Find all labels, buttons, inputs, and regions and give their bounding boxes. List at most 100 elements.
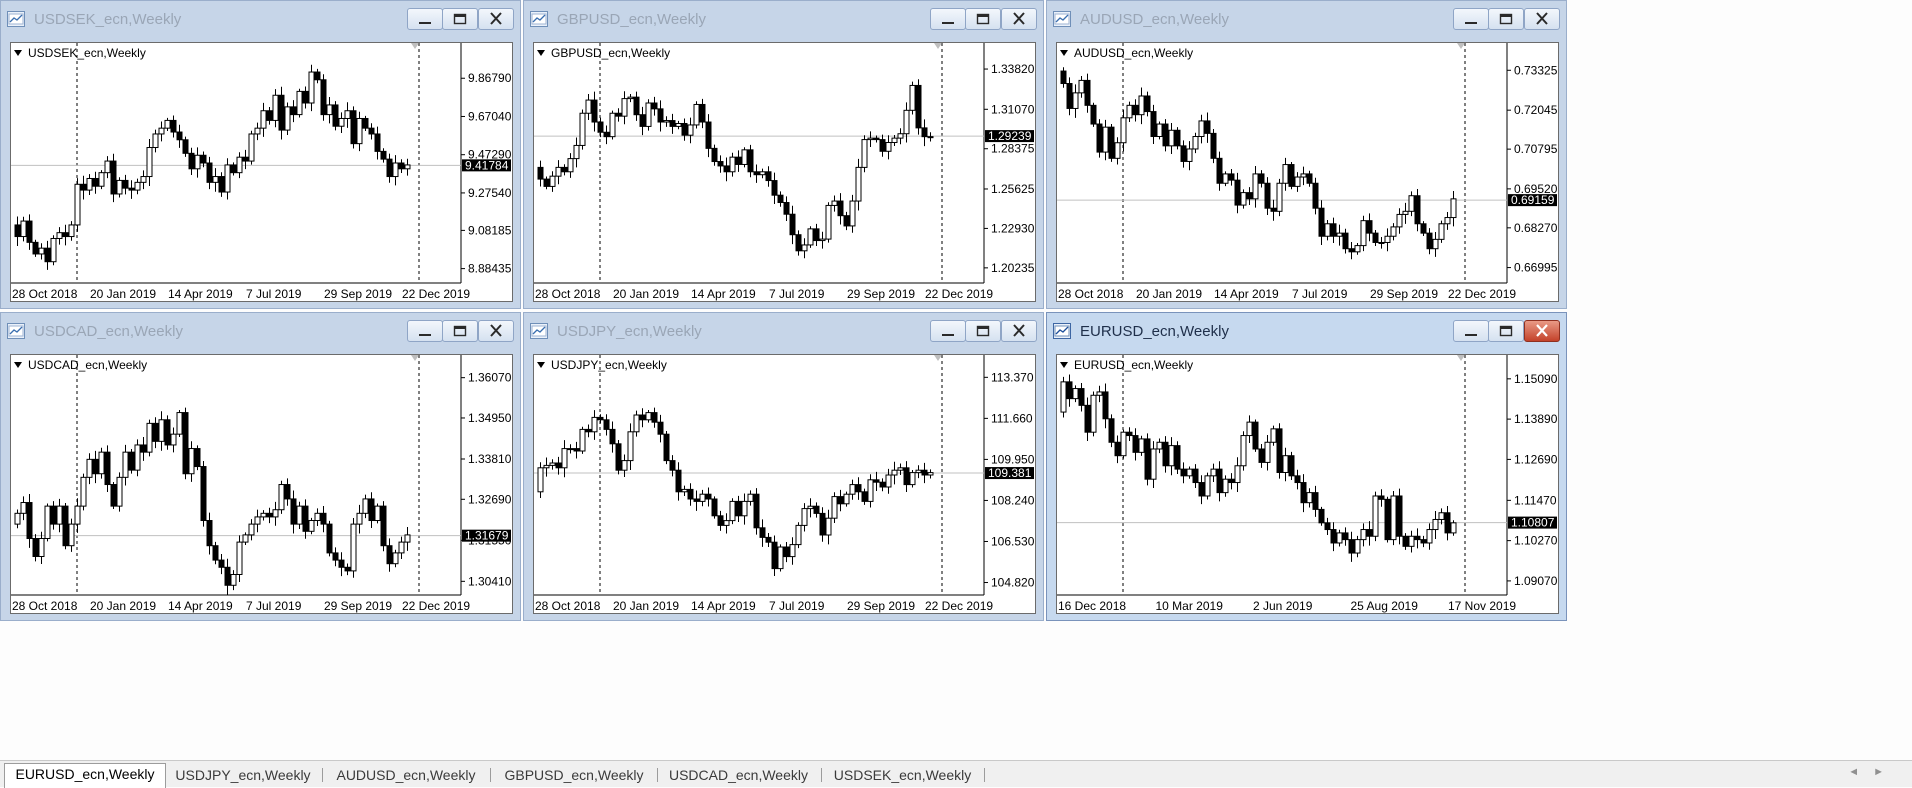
- close-button[interactable]: [478, 8, 514, 30]
- candle: [1372, 491, 1379, 542]
- window-titlebar[interactable]: USDJPY_ecn,Weekly: [524, 313, 1043, 351]
- price-axis-label: 1.10270: [1514, 534, 1558, 548]
- close-button[interactable]: [478, 320, 514, 342]
- chart-window-gbpusd[interactable]: GBPUSD_ecn,Weekly 1.33820 1.31070 1.28375 1…: [523, 0, 1044, 309]
- chart-shift-marker: [934, 43, 942, 49]
- close-button[interactable]: [1001, 320, 1037, 342]
- candle-body: [1204, 120, 1211, 134]
- scroll-right-icon[interactable]: ►: [1873, 766, 1898, 778]
- tab-usdcad[interactable]: USDCAD_ecn,Weekly: [661, 765, 816, 787]
- chart-area[interactable]: 1.33820 1.31070 1.28375 1.25625 1.22930 1.202…: [533, 42, 1036, 302]
- chart-area[interactable]: 113.370 111.660 109.950 108.240 106.530 104.8…: [533, 354, 1036, 614]
- tab-gbpusd[interactable]: GBPUSD_ecn,Weekly: [494, 765, 654, 787]
- minimize-button[interactable]: [930, 320, 966, 342]
- candle-body: [242, 156, 249, 162]
- window-titlebar[interactable]: USDCAD_ecn,Weekly: [1, 313, 520, 351]
- candle-body: [849, 484, 856, 495]
- candle: [1324, 220, 1331, 241]
- close-button[interactable]: [1524, 320, 1560, 342]
- tab-audusd[interactable]: AUDUSD_ecn,Weekly: [326, 765, 486, 787]
- candle: [110, 153, 117, 203]
- candle: [254, 122, 261, 141]
- chart-window-usdjpy[interactable]: USDJPY_ecn,Weekly 113.370 111.660 109.950 1…: [523, 312, 1044, 621]
- minimize-button[interactable]: [1453, 8, 1489, 30]
- candle: [927, 132, 934, 142]
- dropdown-triangle-icon: [537, 50, 545, 56]
- time-axis-label: 7 Jul 2019: [246, 599, 302, 613]
- candle: [248, 519, 255, 541]
- chart-symbol-label[interactable]: USDJPY_ecn,Weekly: [537, 358, 667, 372]
- candle: [837, 489, 844, 512]
- tab-usdsek[interactable]: USDSEK_ecn,Weekly: [825, 765, 980, 787]
- minimize-button[interactable]: [407, 320, 443, 342]
- tab-usdjpy[interactable]: USDJPY_ecn,Weekly: [168, 765, 318, 787]
- candle: [1336, 529, 1343, 547]
- window-titlebar[interactable]: GBPUSD_ecn,Weekly: [524, 1, 1043, 39]
- candle: [1204, 112, 1211, 143]
- price-axis-label: 1.36070: [468, 371, 512, 385]
- candle-body: [699, 103, 706, 123]
- candle: [1390, 491, 1397, 546]
- candle: [1378, 236, 1385, 249]
- chart-area[interactable]: 0.73325 0.72045 0.70795 0.69520 0.68270 0.669…: [1056, 42, 1559, 302]
- candle-body: [549, 462, 556, 466]
- chart-symbol-label[interactable]: USDCAD_ecn,Weekly: [14, 358, 147, 372]
- scroll-left-icon[interactable]: ◄: [1848, 766, 1873, 778]
- candle: [140, 170, 147, 190]
- maximize-button[interactable]: [965, 320, 1001, 342]
- maximize-button[interactable]: [965, 8, 1001, 30]
- candle: [633, 91, 640, 121]
- close-button[interactable]: [1001, 8, 1037, 30]
- candle-body: [194, 448, 201, 468]
- maximize-button[interactable]: [442, 320, 478, 342]
- candle-body: [1150, 111, 1157, 138]
- candle: [284, 478, 291, 506]
- candle-body: [1096, 123, 1103, 153]
- time-axis-label: 20 Jan 2019: [613, 287, 679, 301]
- minimize-button[interactable]: [1453, 320, 1489, 342]
- candle-body: [1192, 136, 1199, 150]
- candle: [621, 454, 628, 478]
- chart-window-usdcad[interactable]: USDCAD_ecn,Weekly 1.36070 1.34950 1.33810 1…: [0, 312, 521, 621]
- chart-window-audusd[interactable]: AUDUSD_ecn,Weekly 0.73325 0.72045 0.70795 0…: [1046, 0, 1567, 309]
- candle: [20, 216, 27, 242]
- close-button[interactable]: [1524, 8, 1560, 30]
- tab-scroll-arrows[interactable]: ◄►: [1848, 766, 1898, 778]
- window-title: GBPUSD_ecn,Weekly: [557, 11, 706, 28]
- candle-body: [398, 162, 405, 170]
- chart-area[interactable]: 1.15090 1.13890 1.12690 1.11470 1.10270 1.090…: [1056, 354, 1559, 614]
- chart-area[interactable]: 1.360701.349501.338101.326901.315501.304…: [10, 354, 513, 614]
- window-titlebar[interactable]: EURUSD_ecn,Weekly: [1047, 313, 1566, 351]
- candle-body: [1396, 213, 1403, 228]
- candle: [14, 509, 21, 529]
- candle: [681, 118, 688, 141]
- tab-eurusd[interactable]: EURUSD_ecn,Weekly: [4, 763, 166, 788]
- window-titlebar[interactable]: USDSEK_ecn,Weekly: [1, 1, 520, 39]
- chart-symbol-label[interactable]: AUDUSD_ecn,Weekly: [1060, 46, 1193, 60]
- chart-window-eurusd[interactable]: EURUSD_ecn,Weekly 1.15090 1.13890 1.12690 1…: [1046, 312, 1567, 621]
- chart-window-usdsek[interactable]: USDSEK_ecn,Weekly 9.86790 9.67040 9.47290 9…: [0, 0, 521, 309]
- candle: [1150, 104, 1157, 144]
- minimize-icon: [1465, 334, 1477, 336]
- maximize-button[interactable]: [1488, 320, 1524, 342]
- window-titlebar[interactable]: AUDUSD_ecn,Weekly: [1047, 1, 1566, 39]
- close-icon: [490, 12, 502, 25]
- candle: [813, 502, 820, 518]
- chart-area[interactable]: 9.86790 9.67040 9.47290 9.27540 9.08185 8.884…: [10, 42, 513, 302]
- candle-body: [38, 538, 45, 557]
- minimize-button[interactable]: [407, 8, 443, 30]
- candle-body: [837, 200, 844, 217]
- candle: [747, 490, 754, 506]
- candle: [885, 135, 892, 160]
- chart-symbol-label[interactable]: EURUSD_ecn,Weekly: [1060, 358, 1193, 372]
- minimize-button[interactable]: [930, 8, 966, 30]
- candle-body: [789, 213, 796, 236]
- candle-body: [116, 476, 123, 507]
- maximize-button[interactable]: [442, 8, 478, 30]
- candle: [585, 93, 592, 121]
- chart-symbol-label[interactable]: USDSEK_ecn,Weekly: [14, 46, 146, 60]
- candle-body: [777, 194, 784, 204]
- chart-symbol-label[interactable]: GBPUSD_ecn,Weekly: [537, 46, 670, 60]
- maximize-button[interactable]: [1488, 8, 1524, 30]
- candle: [332, 101, 339, 131]
